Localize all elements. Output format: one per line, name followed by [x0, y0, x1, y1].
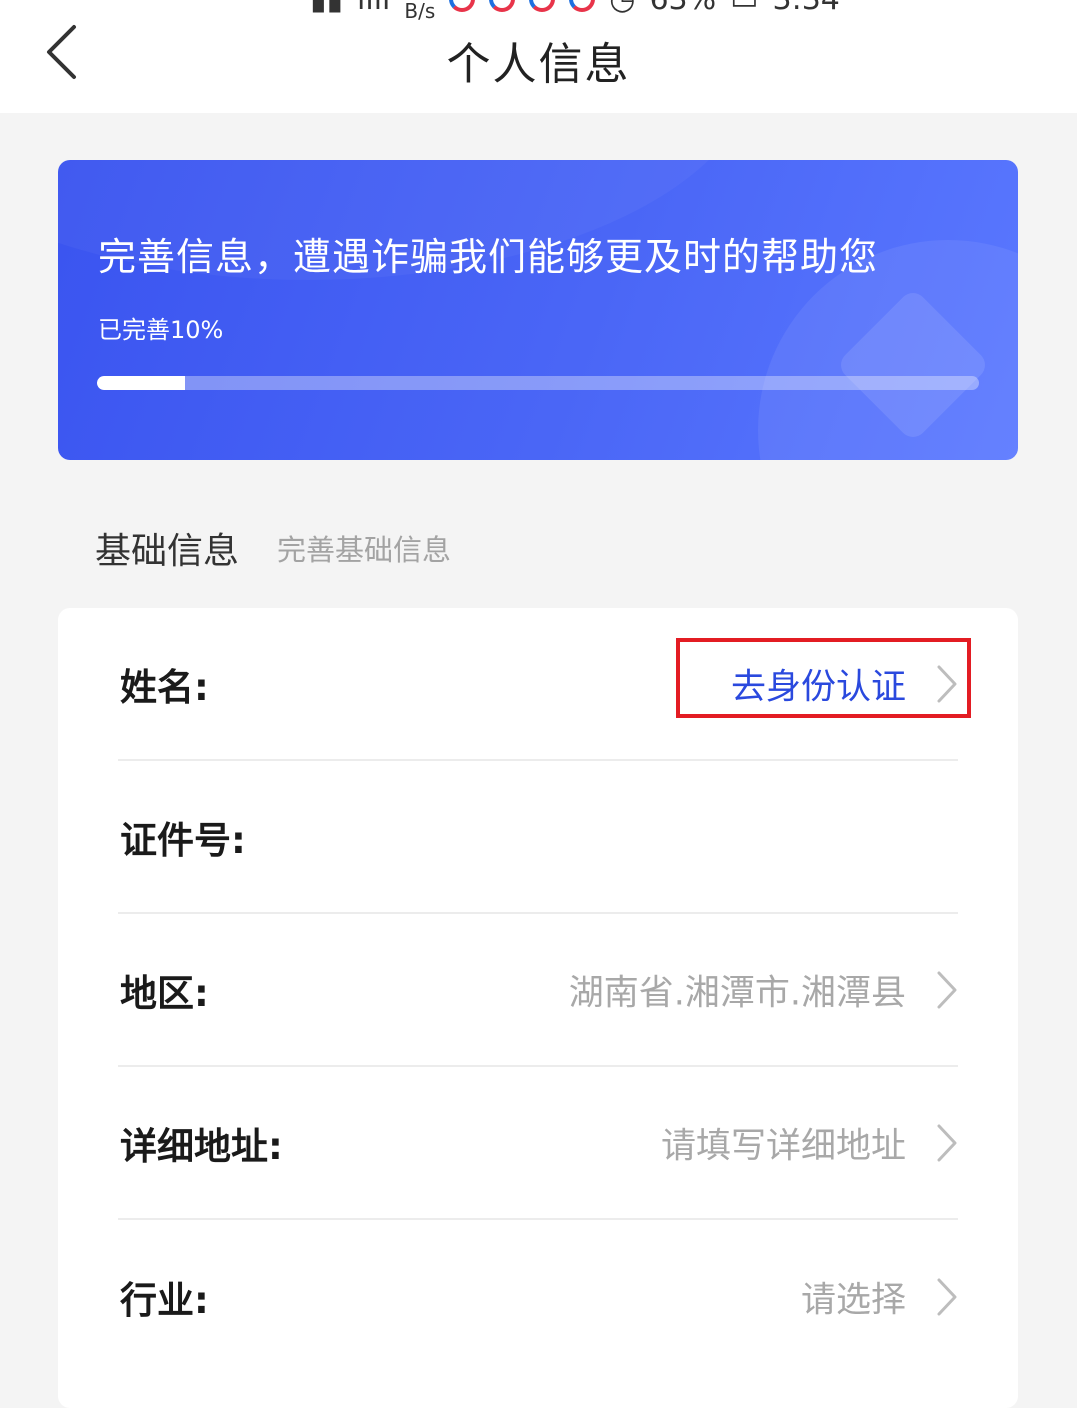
- row-label: 行业:: [120, 1278, 209, 1322]
- row-address[interactable]: 详细地址: 请填写详细地址: [118, 1067, 958, 1220]
- app-notification-icon: [569, 0, 596, 12]
- app-notification-icon: [449, 0, 476, 12]
- banner-headline: 完善信息，遭遇诈骗我们能够更及时的帮助您: [98, 235, 879, 279]
- section-subtitle: 完善基础信息: [277, 533, 452, 567]
- highlight-box: [676, 638, 971, 718]
- battery-icon: ▭: [730, 0, 758, 17]
- app-notification-icon: [529, 0, 556, 12]
- chevron-right-icon: [937, 971, 957, 1008]
- row-region[interactable]: 地区: 湖南省.湘潭市.湘潭县: [118, 914, 958, 1067]
- page-title: 个人信息: [446, 39, 631, 90]
- row-value: 请选择: [800, 1280, 906, 1320]
- chevron-right-icon: [937, 1278, 957, 1315]
- battery-text: 63%: [649, 0, 716, 17]
- progress-bar-fill: [97, 376, 186, 390]
- section-header: 基础信息 完善基础信息: [95, 522, 451, 574]
- completion-banner: 完善信息，遭遇诈骗我们能够更及时的帮助您 已完善10%: [58, 160, 1018, 460]
- chevron-right-icon: [937, 1124, 957, 1161]
- row-value: 请填写详细地址: [660, 1126, 906, 1166]
- row-label: 姓名:: [120, 665, 209, 709]
- progress-bar: [97, 376, 979, 390]
- row-id-number[interactable]: 证件号:: [118, 761, 958, 914]
- signal-icon: ▮▮: [310, 0, 343, 17]
- row-value: 湖南省.湘潭市.湘潭县: [568, 973, 906, 1013]
- alarm-icon: ◷: [609, 0, 635, 17]
- progress-label: 已完善10%: [98, 316, 224, 344]
- signal-bars-icon: ılıl: [357, 0, 390, 17]
- row-label: 详细地址:: [120, 1124, 283, 1168]
- clock-time: 3:34: [773, 0, 840, 17]
- status-bar: ▮▮ ılıl B/s ◷ 63% ▭ 3:34: [310, 0, 840, 23]
- network-speed: B/s: [404, 0, 436, 23]
- section-title: 基础信息: [95, 531, 240, 572]
- header-bar: ▮▮ ılıl B/s ◷ 63% ▭ 3:34 个人信息: [0, 0, 1077, 113]
- basic-info-card: 姓名: 去身份认证 证件号: 地区: 湖南省.湘潭市.湘潭县 详细地址: 请填写…: [58, 608, 1018, 1408]
- app-notification-icon: [489, 0, 516, 12]
- row-industry[interactable]: 行业: 请选择: [118, 1220, 958, 1373]
- row-label: 地区:: [120, 971, 209, 1015]
- row-label: 证件号:: [120, 818, 246, 862]
